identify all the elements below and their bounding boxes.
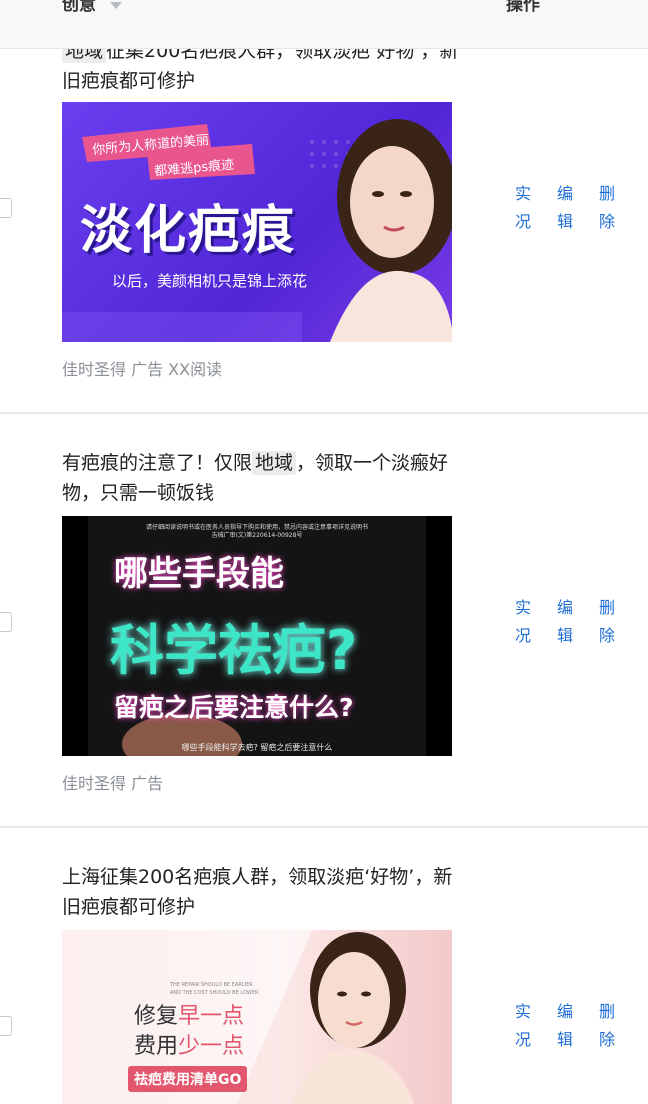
ad-subline: 留疤之后要注意什么? [114, 693, 354, 722]
edit-button[interactable]: 编辑 [556, 594, 574, 650]
ad-image[interactable]: 你所为人称道的美丽 都难逃ps痕迹 淡化疤痕 以后，美颜相机只是锦上添花 [62, 102, 452, 342]
ad-title: 上海征集200名疤痕人群，领取淡疤‘好物’，新旧疤痕都可修护 [62, 866, 453, 918]
ad-caption: 哪些手段能科学去疤? 留疤之后要注意什么 [181, 743, 333, 752]
ad-headline: 修复早一点 [134, 1004, 245, 1029]
delete-button[interactable]: 删除 [598, 998, 616, 1054]
ad-image-graphic [62, 930, 414, 1104]
ad-image[interactable]: 请仔细阅读说明书或在医务人员指导下购买和使用，禁忌内容或注意事项详见说明书 吉械… [62, 516, 452, 756]
row-divider [0, 826, 648, 828]
ad-headline: 费用少一点 [134, 1034, 245, 1059]
ad-image[interactable]: THE REPAIR SHOULD BE EARLIER AND THE COS… [62, 930, 452, 1104]
status-button[interactable]: 实况 [514, 594, 532, 650]
delete-button[interactable]: 删除 [598, 180, 616, 236]
ad-notice: 吉械广审(文)第220614-00928号 [211, 532, 303, 539]
ad-cta-button: 祛疤费用清单GO [128, 1066, 248, 1092]
row-checkbox[interactable] [0, 198, 12, 218]
ad-headline: 淡化疤痕 [80, 201, 297, 261]
chevron-down-icon[interactable] [22, 0, 32, 2]
row-checkbox[interactable] [0, 612, 12, 632]
edit-button[interactable]: 编辑 [556, 998, 574, 1054]
ad-meta: 佳时圣得 广告 XX阅读 [62, 360, 223, 379]
edit-button[interactable]: 编辑 [556, 180, 574, 236]
row-checkbox[interactable] [0, 1016, 12, 1036]
row-divider [0, 412, 648, 414]
column-header-actions: 操作 [506, 0, 540, 15]
sort-down-icon[interactable] [110, 2, 122, 10]
ad-headline: 哪些手段能 [114, 554, 284, 594]
status-button[interactable]: 实况 [514, 180, 532, 236]
delete-button[interactable]: 删除 [598, 594, 616, 650]
status-button[interactable]: 实况 [514, 998, 532, 1054]
ad-title: 有疤痕的注意了！仅限 地域 ，领取一个淡瘢好物，只需一顿饭钱 [62, 451, 449, 504]
ad-small-text: THE REPAIR SHOULD BE EARLIER [170, 982, 253, 988]
ad-headline: 科学祛疤? [110, 619, 358, 682]
ad-meta: 佳时圣得 广告 [62, 774, 164, 793]
table-header: 创意 操作 [0, 0, 648, 49]
ad-subline: 以后，美颜相机只是锦上添花 [112, 272, 308, 290]
column-header-creative[interactable]: 创意 [62, 0, 96, 15]
ad-small-text: AND THE COST SHOULD BE LOWER [170, 990, 259, 996]
region-tag: 地域 [252, 451, 297, 475]
